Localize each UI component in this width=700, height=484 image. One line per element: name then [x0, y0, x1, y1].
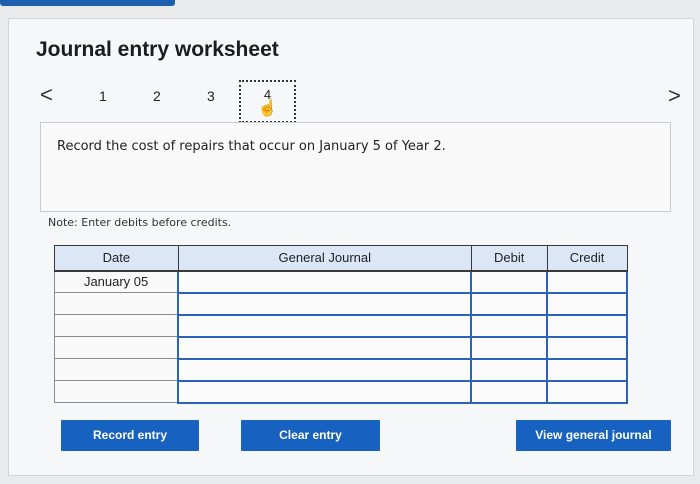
prev-step-arrow[interactable]: <	[40, 84, 53, 106]
step-3[interactable]: 3	[207, 88, 215, 104]
table-row	[54, 313, 628, 338]
debit-input[interactable]	[470, 379, 549, 404]
next-step-arrow[interactable]: >	[668, 85, 681, 107]
date-cell	[54, 336, 179, 359]
account-input[interactable]	[177, 379, 473, 404]
account-input[interactable]	[177, 357, 473, 382]
question-text: Record the cost of repairs that occur on…	[57, 139, 446, 154]
credit-input[interactable]	[546, 313, 628, 338]
instruction-note: Note: Enter debits before credits.	[48, 216, 232, 229]
table-row	[54, 379, 628, 404]
worksheet-title: Journal entry worksheet	[36, 38, 279, 61]
table-header-row: Date General Journal Debit Credit	[54, 245, 628, 272]
debit-input[interactable]	[470, 269, 549, 294]
debit-input[interactable]	[470, 357, 549, 382]
view-general-journal-button[interactable]: View general journal	[516, 420, 671, 451]
account-input[interactable]	[177, 269, 473, 294]
top-accent-bar	[0, 0, 175, 6]
credit-input[interactable]	[546, 291, 628, 316]
clear-entry-button[interactable]: Clear entry	[241, 420, 380, 451]
debit-input[interactable]	[470, 335, 549, 360]
account-input[interactable]	[177, 335, 473, 360]
date-cell	[54, 380, 179, 403]
date-cell	[54, 314, 179, 337]
credit-input[interactable]	[546, 335, 628, 360]
debit-input[interactable]	[470, 291, 549, 316]
question-box: Record the cost of repairs that occur on…	[40, 122, 671, 212]
table-row	[54, 291, 628, 316]
table-row	[54, 357, 628, 382]
credit-input[interactable]	[546, 357, 628, 382]
account-input[interactable]	[177, 291, 473, 316]
debit-input[interactable]	[470, 313, 549, 338]
header-date: Date	[54, 245, 179, 272]
date-cell	[54, 292, 179, 315]
header-debit: Debit	[470, 245, 548, 272]
record-entry-button[interactable]: Record entry	[61, 420, 199, 451]
step-1[interactable]: 1	[99, 88, 107, 104]
credit-input[interactable]	[546, 269, 628, 294]
step-4-current[interactable]: 4 ☝	[239, 80, 296, 123]
hand-pointer-icon: ☝	[257, 100, 278, 117]
table-row: January 05	[54, 269, 628, 294]
account-input[interactable]	[177, 313, 473, 338]
header-general-journal: General Journal	[177, 245, 472, 272]
date-cell: January 05	[54, 270, 179, 293]
credit-input[interactable]	[546, 379, 628, 404]
journal-table: Date General Journal Debit Credit Januar…	[54, 245, 628, 404]
date-cell	[54, 358, 179, 381]
table-row	[54, 335, 628, 360]
header-credit: Credit	[546, 245, 628, 272]
step-2[interactable]: 2	[153, 88, 161, 104]
